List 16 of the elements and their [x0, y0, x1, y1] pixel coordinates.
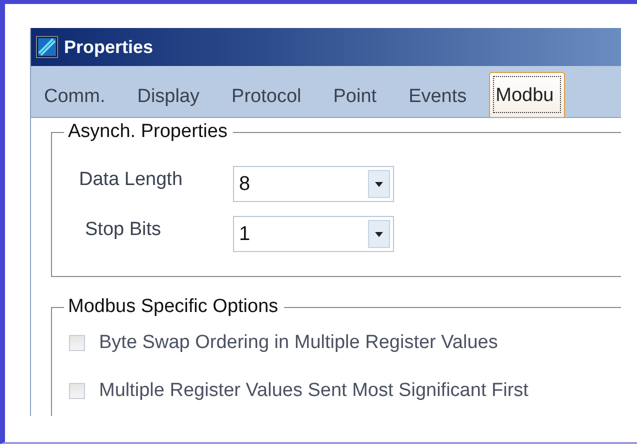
window-title: Properties [64, 36, 154, 58]
tab[interactable]: Events [406, 86, 481, 117]
checkbox-label: Byte Swap Ordering in Multiple Register Values [99, 332, 498, 354]
group-title: Modbus Specific Options [64, 296, 284, 318]
tab[interactable]: Modbu [488, 72, 565, 117]
checkbox-label: Multiple Register Values Sent Most Significant First [99, 380, 528, 402]
tab[interactable]: Display [134, 86, 214, 117]
tab[interactable]: Comm. [41, 86, 120, 117]
tab[interactable]: Protocol [228, 86, 316, 117]
dropdown[interactable]: 1 [233, 216, 394, 252]
group-title: Asynch. Properties [64, 121, 234, 143]
field-label: Data Length [79, 169, 184, 191]
app-icon [36, 36, 58, 58]
tab[interactable]: Point [330, 86, 391, 117]
dropdown[interactable]: 8 [233, 166, 394, 202]
field-label: Stop Bits [84, 219, 162, 241]
